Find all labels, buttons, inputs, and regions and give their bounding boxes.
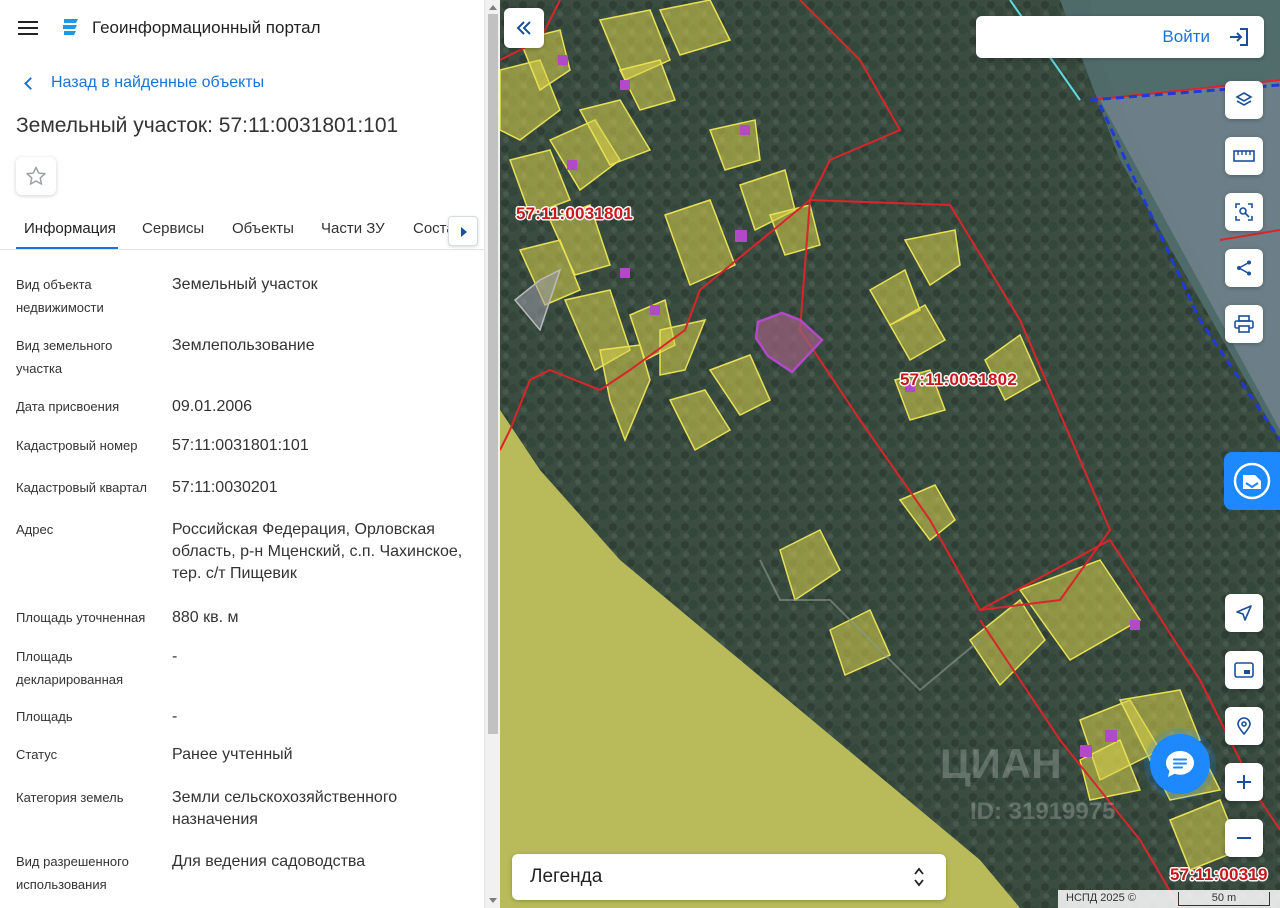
- watermark: ЦИАН: [940, 740, 1062, 787]
- layers-icon: [1235, 92, 1253, 106]
- login-icon: [1230, 28, 1248, 46]
- property-key: Адрес: [16, 522, 54, 537]
- property-value: Землепользование: [172, 337, 315, 354]
- login-button[interactable]: Войти: [976, 16, 1264, 58]
- star-icon: [26, 166, 46, 185]
- tab-bar: Информация Сервисы Объекты Части ЗУ Сост…: [0, 210, 484, 250]
- side-panel-tab[interactable]: [1224, 452, 1280, 510]
- geolocate-button[interactable]: [1225, 594, 1263, 632]
- share-button[interactable]: [1225, 249, 1263, 287]
- double-chevron-left-icon: [516, 21, 531, 35]
- page-title: Земельный участок: 57:11:0031801:101: [16, 114, 399, 137]
- property-value: 57:11:0030201: [172, 479, 278, 496]
- property-value: -: [172, 708, 178, 725]
- property-value: Российская Федерация, Орловская область,…: [172, 521, 463, 582]
- tab-information[interactable]: Информация: [24, 220, 116, 237]
- active-tab-indicator: [16, 247, 118, 249]
- scroll-down-arrow-icon[interactable]: [489, 898, 497, 903]
- watermark-id: ID: 31919975: [970, 798, 1116, 825]
- tab-parts[interactable]: Части ЗУ: [321, 220, 385, 237]
- cadastral-label[interactable]: 57:11:0031802: [900, 370, 1017, 390]
- login-label: Войти: [1162, 27, 1210, 46]
- property-value: Земли сельскохозяйственного назначения: [172, 789, 398, 828]
- map-document-icon: [1233, 462, 1271, 500]
- scrollbar-thumb[interactable]: [488, 14, 498, 734]
- print-icon: [1234, 315, 1254, 333]
- property-key: Вид объекта недвижимости: [16, 277, 104, 315]
- measure-button[interactable]: [1225, 137, 1263, 175]
- zoom-out-button[interactable]: [1225, 819, 1263, 857]
- zoom-in-button[interactable]: [1225, 763, 1263, 801]
- back-link-label: Назад в найденные объекты: [51, 74, 265, 91]
- location-search-icon: [1237, 717, 1251, 735]
- print-button[interactable]: [1225, 305, 1263, 343]
- portal-logo-icon[interactable]: [60, 16, 82, 38]
- scale-bar: 50 m: [1178, 892, 1270, 906]
- map-view[interactable]: 57:11:0031801 57:11:0031802 57:11:00319 …: [500, 0, 1280, 908]
- property-key: Категория земель: [16, 790, 124, 805]
- back-to-results-link[interactable]: Назад в найденные объекты: [22, 74, 264, 92]
- cadastral-label[interactable]: 57:11:0031801: [516, 204, 633, 224]
- property-value: Земельный участок: [172, 276, 318, 293]
- property-key: Площадь: [16, 709, 73, 724]
- panel-header: Геоинформационный портал: [0, 0, 484, 56]
- property-value: Ранее учтенный: [172, 746, 293, 763]
- property-key: Вид разрешенного использования: [16, 854, 129, 892]
- map-attribution: НСПД 2025 © 50 m: [1058, 890, 1280, 908]
- attribution-text: НСПД 2025 ©: [1066, 892, 1136, 904]
- point-search-button[interactable]: [1225, 707, 1263, 745]
- favorite-button[interactable]: [16, 157, 56, 195]
- chat-button[interactable]: [1150, 734, 1210, 794]
- area-search-icon: [1235, 203, 1253, 221]
- expand-collapse-icon: [914, 867, 924, 887]
- tab-objects[interactable]: Объекты: [232, 220, 294, 237]
- property-value: 880 кв. м: [172, 609, 239, 626]
- property-key: Площадь уточненная: [16, 610, 146, 625]
- share-icon: [1237, 260, 1251, 276]
- property-key: Кадастровый квартал: [16, 480, 147, 495]
- property-key: Статус: [16, 747, 58, 762]
- navigation-arrow-icon: [1236, 605, 1252, 621]
- hamburger-icon[interactable]: [18, 20, 38, 36]
- layers-button[interactable]: [1225, 81, 1263, 119]
- legend-label: Легенда: [530, 866, 603, 887]
- panel-scrollbar[interactable]: [484, 0, 500, 908]
- property-key: Кадастровый номер: [16, 438, 138, 453]
- property-value: 09.01.2006: [172, 398, 253, 415]
- property-key: Дата присвоения: [16, 399, 120, 414]
- minimap-button[interactable]: [1225, 651, 1263, 689]
- cadastral-label[interactable]: 57:11:00319: [1170, 865, 1268, 885]
- property-key: Площадь декларированная: [16, 649, 124, 687]
- tabs-scroll-right-button[interactable]: [448, 216, 478, 246]
- property-value: -: [172, 648, 178, 665]
- picture-in-picture-icon: [1234, 662, 1254, 678]
- collapse-panel-button[interactable]: [504, 8, 544, 48]
- legend-panel[interactable]: Легенда: [512, 854, 946, 900]
- plus-icon: [1237, 775, 1251, 789]
- scroll-up-arrow-icon[interactable]: [489, 5, 497, 10]
- chat-icon: [1166, 751, 1194, 777]
- property-value: 57:11:0031801:101: [172, 437, 309, 454]
- property-value: Для ведения садоводства: [172, 853, 366, 870]
- chevron-left-icon: [24, 76, 37, 90]
- object-info-panel: Геоинформационный портал Назад в найденн…: [0, 0, 484, 908]
- property-key: Вид земельного участка: [16, 338, 113, 376]
- select-area-button[interactable]: [1225, 193, 1263, 231]
- minus-icon: [1237, 837, 1251, 839]
- app-title[interactable]: Геоинформационный портал: [92, 18, 321, 38]
- ruler-icon: [1233, 150, 1255, 162]
- tab-services[interactable]: Сервисы: [142, 220, 204, 237]
